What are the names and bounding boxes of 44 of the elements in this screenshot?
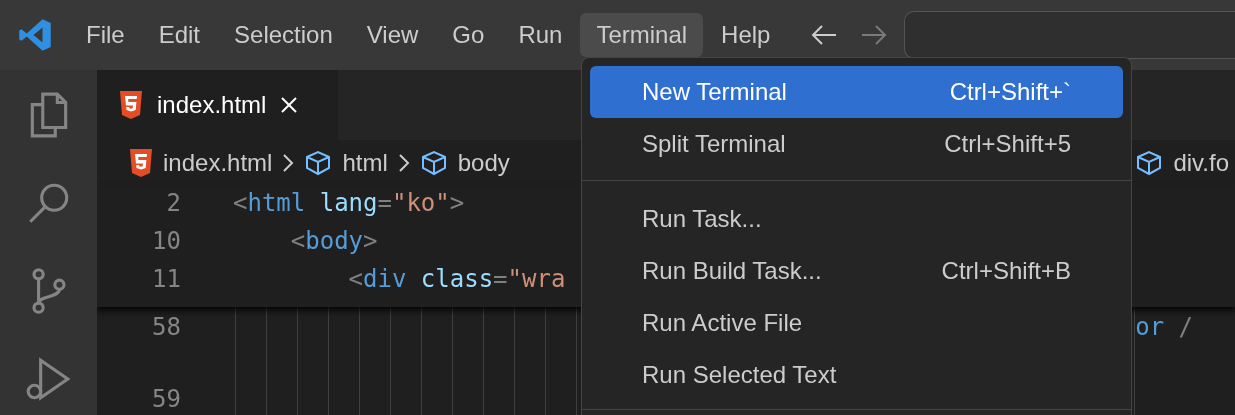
line-number: 58	[151, 312, 181, 343]
cube-icon	[419, 149, 448, 176]
breadcrumb-item[interactable]: body	[457, 144, 510, 181]
menu-item[interactable]: Run	[502, 13, 579, 57]
line-number: 10	[151, 226, 181, 257]
menu-item[interactable]: Run Selected Text	[590, 349, 1123, 401]
cube-icon	[1135, 149, 1164, 176]
line-number: 11	[151, 264, 181, 295]
html5-icon	[119, 91, 143, 119]
menu-item[interactable]: Go	[436, 13, 501, 57]
menu-item[interactable]: Run Build Task... Ctrl+Shift+B	[590, 245, 1123, 297]
menu-item[interactable]: Help	[705, 13, 787, 57]
close-icon[interactable]	[280, 96, 299, 114]
menu-item[interactable]: View	[350, 13, 435, 57]
editor-tab[interactable]: index.html	[97, 70, 338, 140]
code-line: <html lang="ko">	[233, 188, 465, 219]
menu-item[interactable]: Selection	[218, 13, 349, 57]
line-number: 59	[151, 384, 181, 415]
code-line: <body>	[289, 226, 378, 257]
shortcut-label: Ctrl+Shift+B	[941, 256, 1071, 286]
menu-item[interactable]: Run Active File	[590, 297, 1123, 349]
menu-item[interactable]: Run Task...	[590, 193, 1123, 245]
shortcut-label: Ctrl+Shift+`	[949, 77, 1071, 107]
breadcrumb-item[interactable]: div.fo	[1173, 144, 1229, 181]
code-line: <div class="wra	[347, 264, 566, 295]
shortcut-label: Ctrl+Shift+5	[944, 129, 1071, 159]
line-number: 2	[165, 188, 181, 219]
forward-arrow-icon[interactable]	[860, 23, 889, 47]
breadcrumb-item[interactable]: index.html	[163, 144, 273, 181]
breadcrumb-item[interactable]: html	[342, 144, 388, 181]
back-arrow-icon[interactable]	[810, 23, 839, 47]
search-field[interactable]	[904, 11, 1235, 59]
chevron-icon	[282, 152, 295, 173]
menu-item[interactable]: Split Terminal Ctrl+Shift+5	[590, 118, 1123, 170]
html5-icon	[129, 148, 153, 177]
menu-item[interactable]: Edit	[142, 13, 217, 57]
menu-item[interactable]: New Terminal Ctrl+Shift+`	[590, 66, 1123, 118]
code-editor-logo-icon	[17, 17, 53, 53]
code-line: or /	[1135, 312, 1193, 343]
menu-item[interactable]: File	[70, 13, 141, 57]
cube-icon	[304, 149, 333, 176]
chevron-icon	[397, 152, 410, 173]
menu-item[interactable]: Terminal	[580, 13, 704, 57]
tab-label: index.html	[157, 90, 267, 120]
